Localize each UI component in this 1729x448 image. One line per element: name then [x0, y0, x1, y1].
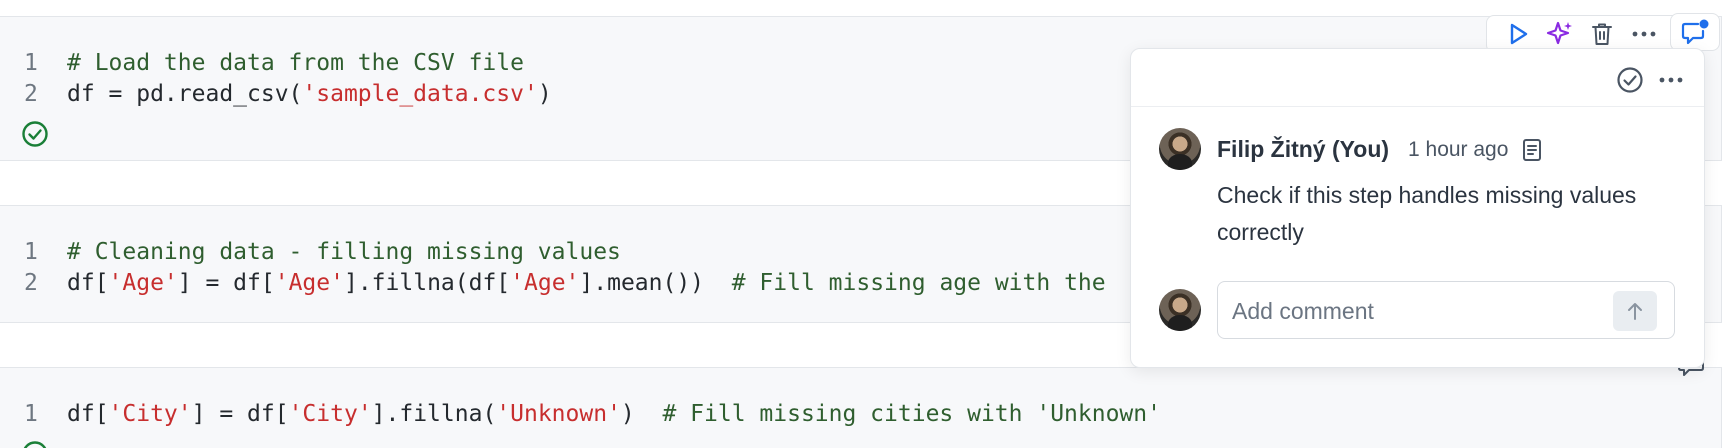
- comment-toggle-button[interactable]: [1670, 13, 1720, 51]
- code-line[interactable]: 1 df['City'] = df['City'].fillna('Unknown…: [0, 399, 1161, 429]
- code-token-str: 'City': [108, 401, 192, 427]
- thread-more-button[interactable]: [1655, 64, 1687, 96]
- code-line[interactable]: 1 # Load the data from the CSV file: [0, 48, 524, 78]
- code-line[interactable]: 2 df = pd.read_csv('sample_data.csv'): [0, 79, 552, 109]
- code-line[interactable]: 2 df['Age'] = df['Age'].fillna(df['Age'].…: [0, 268, 1106, 298]
- send-comment-button[interactable]: [1613, 291, 1657, 331]
- code-token-comment: # Load the data from the CSV file: [67, 50, 524, 76]
- more-icon: [1659, 77, 1683, 83]
- code-token-str: 'Age': [510, 270, 580, 296]
- comment-body: Check if this step handles missing value…: [1217, 182, 1637, 245]
- code-token-str: 'Age': [108, 270, 178, 296]
- run-button[interactable]: [1497, 17, 1539, 51]
- code-cell-3[interactable]: 1 df['City'] = df['City'].fillna('Unknown…: [0, 367, 1722, 448]
- check-circle-icon: [1617, 67, 1643, 93]
- line-number: 1: [24, 401, 38, 427]
- resolve-thread-button[interactable]: [1614, 64, 1646, 96]
- avatar: [1159, 289, 1201, 331]
- code-token-comment: # Cleaning data - filling missing values: [67, 239, 621, 265]
- comment-thread-popover: Filip Žitný (You) 1 hour ago Check if th…: [1130, 48, 1705, 368]
- code-token-str: 'Age': [274, 270, 344, 296]
- code-token-op: ].mean()): [579, 270, 732, 296]
- success-check-icon: [22, 121, 48, 147]
- more-actions-button[interactable]: [1623, 17, 1665, 51]
- code-token-str: 'Unknown': [496, 401, 621, 427]
- add-comment-box: [1217, 281, 1675, 339]
- comment-timestamp: 1 hour ago: [1408, 138, 1509, 161]
- code-token-op: ].fillna(: [371, 401, 497, 427]
- add-comment-input[interactable]: [1232, 296, 1602, 326]
- code-line[interactable]: 1 # Cleaning data - filling missing value…: [0, 237, 621, 267]
- comment-author: Filip Žitný (You): [1217, 136, 1390, 162]
- comment-icon: [1681, 19, 1709, 45]
- code-token-op: df[: [67, 401, 109, 427]
- code-token-op: ].fillna(df[: [343, 270, 511, 296]
- popover-header: [1131, 49, 1704, 107]
- sparkle-icon: [1546, 21, 1572, 45]
- ai-assist-button[interactable]: [1539, 17, 1581, 51]
- success-check-icon: [23, 441, 47, 448]
- line-number: 2: [24, 81, 38, 107]
- code-token-op: df = pd.read_csv(: [67, 81, 303, 107]
- arrow-up-icon: [1628, 303, 1642, 320]
- line-number: 1: [24, 239, 38, 265]
- avatar: [1159, 128, 1201, 170]
- code-token-comment: # Fill missing cities with 'Unknown': [662, 401, 1161, 427]
- code-token-str: 'sample_data.csv': [302, 81, 538, 107]
- code-token-op: df[: [67, 270, 109, 296]
- document-icon[interactable]: [1521, 137, 1543, 163]
- code-token-op: ): [620, 401, 663, 427]
- code-token-op: ): [537, 81, 552, 107]
- line-number: 1: [24, 50, 38, 76]
- play-icon: [1510, 23, 1528, 45]
- more-icon: [1632, 31, 1656, 37]
- code-token-str: 'City': [288, 401, 372, 427]
- code-token-comment: # Fill missing age with the: [731, 270, 1106, 296]
- delete-button[interactable]: [1581, 17, 1623, 51]
- code-token-op: ] = df[: [191, 401, 289, 427]
- line-number: 2: [24, 270, 38, 296]
- code-token-op: ] = df[: [177, 270, 275, 296]
- trash-icon: [1592, 23, 1612, 45]
